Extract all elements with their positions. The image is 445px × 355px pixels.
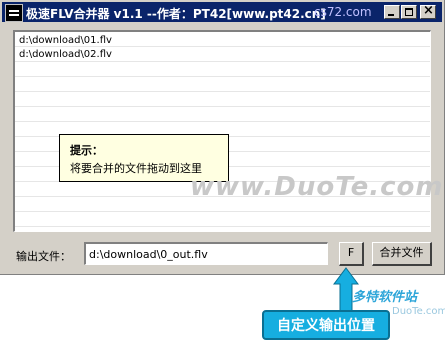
site-logo-sub: DuoTe.com	[392, 306, 445, 317]
callout-label: 自定义输出位置	[262, 310, 390, 340]
site-logo: 多特软件站	[352, 290, 418, 305]
